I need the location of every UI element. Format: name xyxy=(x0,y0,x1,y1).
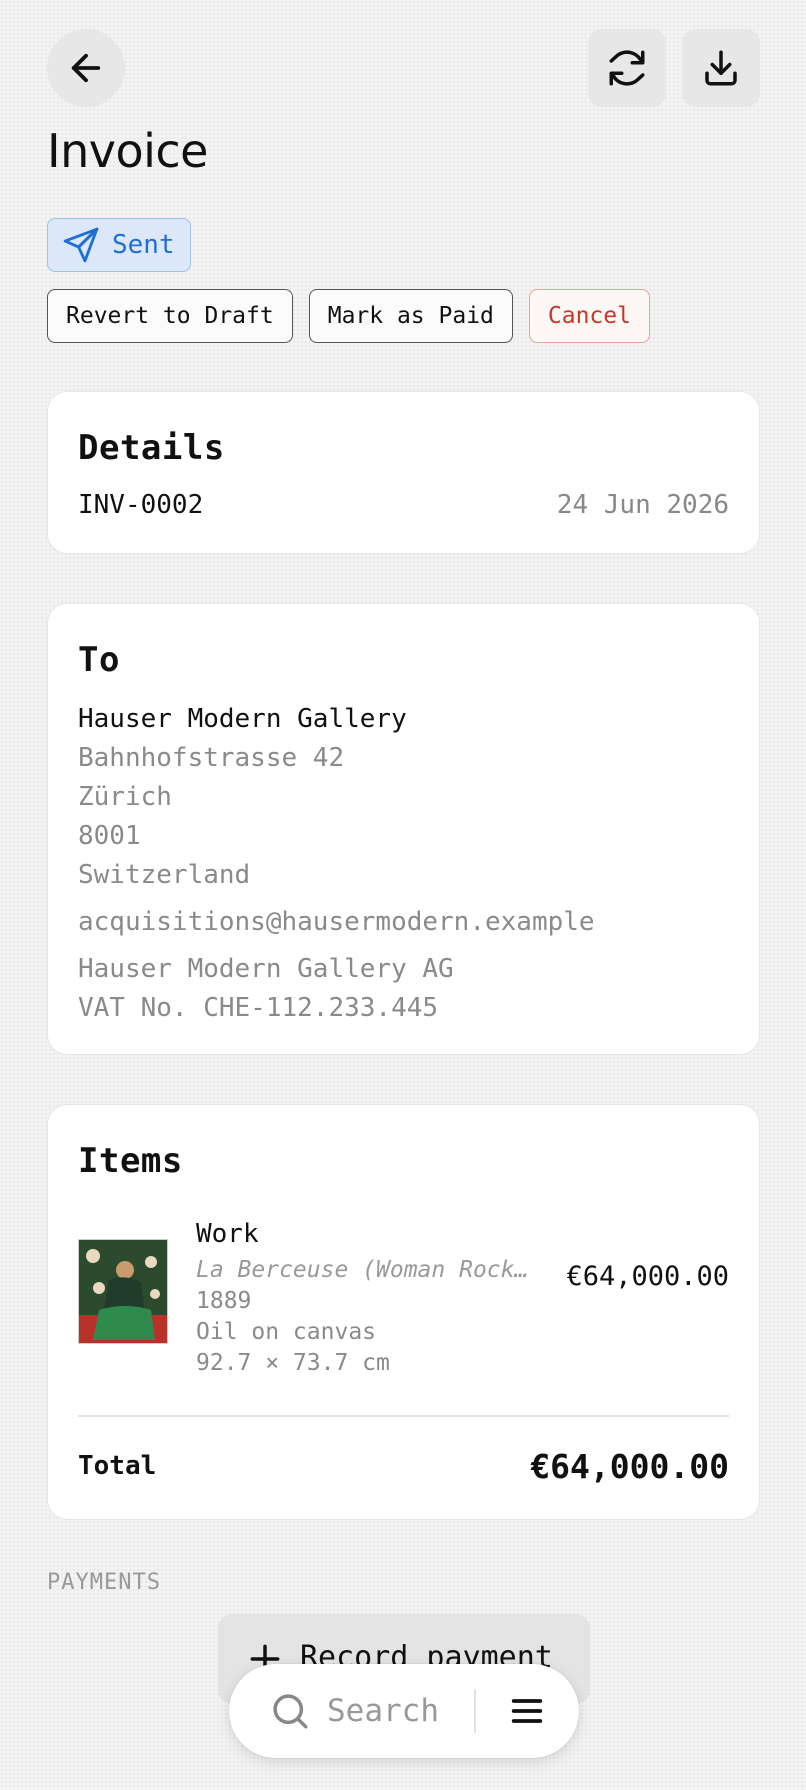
recipient-company: Hauser Modern Gallery AG xyxy=(78,954,454,984)
download-button[interactable] xyxy=(682,29,760,107)
total-row: Total €64,000.00 xyxy=(78,1447,729,1486)
item-price: €64,000.00 xyxy=(566,1261,729,1292)
recipient-street: Bahnhofstrasse 42 xyxy=(78,743,345,773)
recipient-heading: To xyxy=(78,640,120,680)
download-icon xyxy=(705,50,737,86)
recipient-card: To Hauser Modern Gallery Bahnhofstrasse … xyxy=(47,603,760,1055)
search-button[interactable]: Search xyxy=(229,1690,474,1732)
items-heading: Items xyxy=(78,1141,183,1181)
item-title: La Berceuse (Woman Rock… xyxy=(196,1257,529,1283)
mark-as-paid-button[interactable]: Mark as Paid xyxy=(308,289,513,343)
total-label: Total xyxy=(78,1451,157,1481)
payments-heading: PAYMENTS xyxy=(47,1570,161,1595)
menu-button[interactable] xyxy=(476,1691,580,1731)
recipient-city: Zürich xyxy=(78,782,172,812)
artwork-thumbnail xyxy=(78,1239,168,1344)
status-label: Sent xyxy=(112,230,175,260)
invoice-actions: Revert to Draft Mark as Paid Cancel xyxy=(47,289,650,343)
recipient-vat: VAT No. CHE-112.233.445 xyxy=(78,993,439,1023)
recipient-email: acquisitions@hausermodern.example xyxy=(78,907,595,937)
total-amount: €64,000.00 xyxy=(530,1446,729,1486)
menu-icon xyxy=(512,1699,543,1723)
items-divider xyxy=(78,1415,729,1417)
recipient-name: Hauser Modern Gallery xyxy=(78,704,407,734)
back-button[interactable] xyxy=(47,29,125,107)
refresh-icon xyxy=(609,50,645,86)
item-year: 1889 xyxy=(196,1288,252,1314)
items-card: Items Work La Berceuse (Woman Rock… 1889… xyxy=(47,1104,760,1520)
search-icon xyxy=(273,1694,308,1729)
invoice-number: INV-0002 xyxy=(78,490,204,520)
refresh-button[interactable] xyxy=(588,29,666,107)
search-label: Search xyxy=(327,1693,439,1729)
page-title: Invoice xyxy=(47,124,208,178)
details-row: INV-0002 24 Jun 2026 xyxy=(78,490,729,520)
cancel-invoice-button[interactable]: Cancel xyxy=(528,289,650,343)
item-dimensions: 92.7 × 73.7 cm xyxy=(196,1350,390,1376)
details-card: Details INV-0002 24 Jun 2026 xyxy=(47,391,760,554)
recipient-postcode: 8001 xyxy=(78,821,141,851)
item-label: Work xyxy=(196,1219,259,1249)
arrow-left-icon xyxy=(71,53,101,83)
status-badge: Sent xyxy=(47,218,191,272)
bottom-toolbar: Search xyxy=(229,1664,579,1758)
details-heading: Details xyxy=(78,428,225,468)
revert-to-draft-button[interactable]: Revert to Draft xyxy=(47,289,293,343)
list-item[interactable]: Work La Berceuse (Woman Rock… 1889 Oil o… xyxy=(78,1217,729,1387)
item-medium: Oil on canvas xyxy=(196,1319,377,1345)
send-icon xyxy=(63,227,99,263)
recipient-country: Switzerland xyxy=(78,860,251,890)
invoice-date: 24 Jun 2026 xyxy=(556,490,729,520)
